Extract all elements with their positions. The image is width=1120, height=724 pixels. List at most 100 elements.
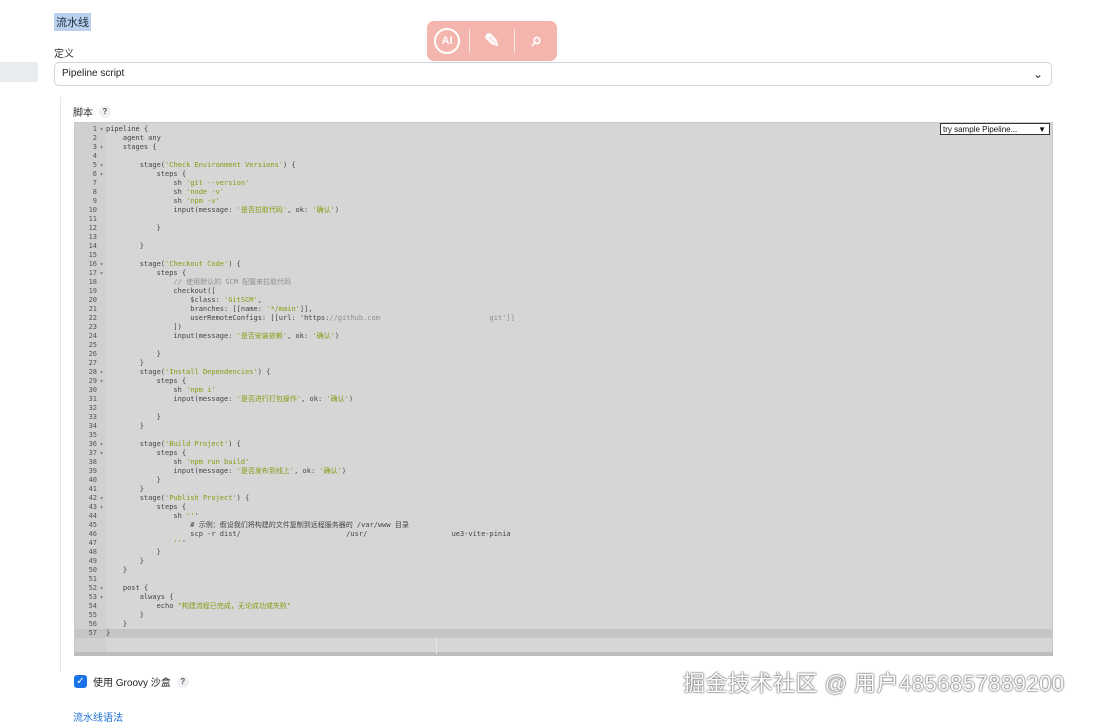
code-line[interactable]: 27 } [75, 359, 1052, 368]
code-line[interactable]: 9 sh 'npm -v' [75, 197, 1052, 206]
fold-toggle-icon[interactable]: ▾ [97, 368, 106, 377]
code-line[interactable]: 57} [75, 629, 1052, 638]
code-line[interactable]: 38 sh 'npm run build' [75, 458, 1052, 467]
code-line[interactable]: 21 branches: [[name: '*/main']], [75, 305, 1052, 314]
code-line[interactable]: 39 input(message: '是否发布到线上', ok: '确认') [75, 467, 1052, 476]
code-line[interactable]: 20 $class: 'GitSCM', [75, 296, 1052, 305]
code-line[interactable]: 37 ▾ steps { [75, 449, 1052, 458]
code-line[interactable]: 24 input(message: '是否安装依赖', ok: '确认') [75, 332, 1052, 341]
line-number: 50 [88, 566, 97, 574]
fold-toggle-icon[interactable]: ▾ [97, 269, 106, 278]
fold-toggle-icon[interactable]: ▾ [97, 503, 106, 512]
code-line[interactable]: 14 } [75, 242, 1052, 251]
code-line[interactable]: 55 } [75, 611, 1052, 620]
fold-toggle-icon[interactable]: ▾ [97, 377, 106, 386]
definition-select[interactable]: Pipeline script ⌄ [54, 62, 1052, 86]
ai-icon[interactable]: AI [429, 23, 465, 59]
code-editor[interactable]: 1 ▾ pipeline {2 agent any 3 ▾ stages {4 5 ▾ st… [74, 122, 1053, 656]
magic-wand-icon[interactable]: ✎ [474, 23, 510, 59]
line-number: 22 [88, 314, 97, 322]
code-line[interactable]: 11 [75, 215, 1052, 224]
code-line[interactable]: 6 ▾ steps { [75, 170, 1052, 179]
code-line[interactable]: 12 } [75, 224, 1052, 233]
code-line[interactable]: 3 ▾ stages { [75, 143, 1052, 152]
code-text: } [106, 476, 161, 484]
fold-toggle-icon[interactable]: ▾ [97, 584, 106, 593]
code-line[interactable]: 29 ▾ steps { [75, 377, 1052, 386]
help-icon[interactable]: ? [99, 105, 111, 118]
code-line[interactable]: 26 } [75, 350, 1052, 359]
sample-pipeline-select[interactable]: try sample Pipeline... ▼ [940, 123, 1050, 135]
code-text: input(message: '是否拉取代码', ok: '确认') [106, 206, 340, 214]
code-line[interactable]: 17 ▾ steps { [75, 269, 1052, 278]
code-line[interactable]: 42 ▾ stage('Publish Project') { [75, 494, 1052, 503]
code-line[interactable]: 52 ▾ post { [75, 584, 1052, 593]
code-line[interactable]: 5 ▾ stage('Check Environment Versions') { [75, 161, 1052, 170]
fold-toggle-icon[interactable]: ▾ [97, 449, 106, 458]
code-line[interactable]: 31 input(message: '是否进行打包操作', ok: '确认') [75, 395, 1052, 404]
code-line[interactable]: 43 ▾ steps { [75, 503, 1052, 512]
code-line[interactable]: 34 } [75, 422, 1052, 431]
code-line[interactable]: 40 } [75, 476, 1052, 485]
code-line[interactable]: 15 [75, 251, 1052, 260]
fold-toggle-icon[interactable]: ▾ [97, 143, 106, 152]
fold-toggle-icon[interactable]: ▾ [97, 125, 106, 134]
code-line[interactable]: 54 echo "构建流程已完成，无论成功或失败" [75, 602, 1052, 611]
editor-scrollbar[interactable] [436, 637, 437, 654]
code-line[interactable]: 50 } [75, 566, 1052, 575]
code-line[interactable]: 18 // 使用默认的 SCM 配置来拉取代码 [75, 278, 1052, 287]
sidebar-tab[interactable] [0, 62, 38, 82]
code-line[interactable]: 19 checkout([ [75, 287, 1052, 296]
code-line[interactable]: 8 sh 'node -v' [75, 188, 1052, 197]
code-line[interactable]: 56 } [75, 620, 1052, 629]
code-line[interactable]: 23 ]) [75, 323, 1052, 332]
line-number: 30 [88, 386, 97, 394]
code-line[interactable]: 13 [75, 233, 1052, 242]
fold-toggle-icon[interactable]: ▾ [97, 494, 106, 503]
code-line[interactable]: 32 [75, 404, 1052, 413]
search-icon[interactable]: ⌕ [519, 23, 555, 59]
code-line[interactable]: 30 sh 'npm i' [75, 386, 1052, 395]
fold-toggle-icon[interactable]: ▾ [97, 440, 106, 449]
code-text: } [106, 485, 144, 493]
ai-icon-label: AI [434, 28, 460, 54]
code-line[interactable]: 22 userRemoteConfigs: [[url: 'https://gi… [75, 314, 1052, 323]
code-line[interactable]: 44 sh ''' [75, 512, 1052, 521]
code-line[interactable]: 7 sh 'git --version' [75, 179, 1052, 188]
code-line[interactable]: 48 } [75, 548, 1052, 557]
code-line[interactable]: 47 ''' [75, 539, 1052, 548]
code-line[interactable]: 53 ▾ always { [75, 593, 1052, 602]
code-line[interactable]: 1 ▾ pipeline { [75, 125, 1052, 134]
definition-select-value: Pipeline script [62, 68, 125, 79]
fold-toggle-icon[interactable]: ▾ [97, 170, 106, 179]
help-icon[interactable]: ? [176, 675, 189, 688]
code-line[interactable]: 16 ▾ stage('Checkout Code') { [75, 260, 1052, 269]
code-line[interactable]: 4 [75, 152, 1052, 161]
code-line[interactable]: 45 # 示例：假设我们将构建的文件复制到远程服务器的 /var/www 目录 [75, 521, 1052, 530]
fold-toggle-icon[interactable]: ▾ [97, 161, 106, 170]
code-line[interactable]: 25 [75, 341, 1052, 350]
code-line[interactable]: 2 agent any [75, 134, 1052, 143]
code-line[interactable]: 36 ▾ stage('Build Project') { [75, 440, 1052, 449]
code-line[interactable]: 28 ▾ stage('Install Dependencies') { [75, 368, 1052, 377]
code-line[interactable]: 33 } [75, 413, 1052, 422]
code-line[interactable]: 51 [75, 575, 1052, 584]
fold-toggle-icon[interactable]: ▾ [97, 260, 106, 269]
groovy-sandbox-checkbox[interactable]: ✓ [74, 675, 87, 688]
fold-toggle-icon[interactable]: ▾ [97, 593, 106, 602]
line-number: 25 [88, 341, 97, 349]
code-line[interactable]: 46 scp -r dist/ /usr/ ue3-vite-pinia [75, 530, 1052, 539]
code-text: input(message: '是否进行打包操作', ok: '确认') [106, 395, 354, 403]
code-line[interactable]: 49 } [75, 557, 1052, 566]
code-lines[interactable]: 1 ▾ pipeline {2 agent any 3 ▾ stages {4 5 ▾ st… [75, 125, 1052, 638]
editor-resize-handle[interactable] [74, 652, 1053, 656]
groovy-sandbox-label: 使用 Groovy 沙盒 [93, 678, 171, 689]
line-number: 32 [88, 404, 97, 412]
pipeline-syntax-link[interactable]: 流水线语法 [73, 709, 123, 724]
line-number: 16 [88, 260, 97, 268]
code-line[interactable]: 35 [75, 431, 1052, 440]
code-line[interactable]: 41 } [75, 485, 1052, 494]
code-text: } [106, 557, 144, 565]
code-text: } [106, 620, 128, 628]
code-line[interactable]: 10 input(message: '是否拉取代码', ok: '确认') [75, 206, 1052, 215]
